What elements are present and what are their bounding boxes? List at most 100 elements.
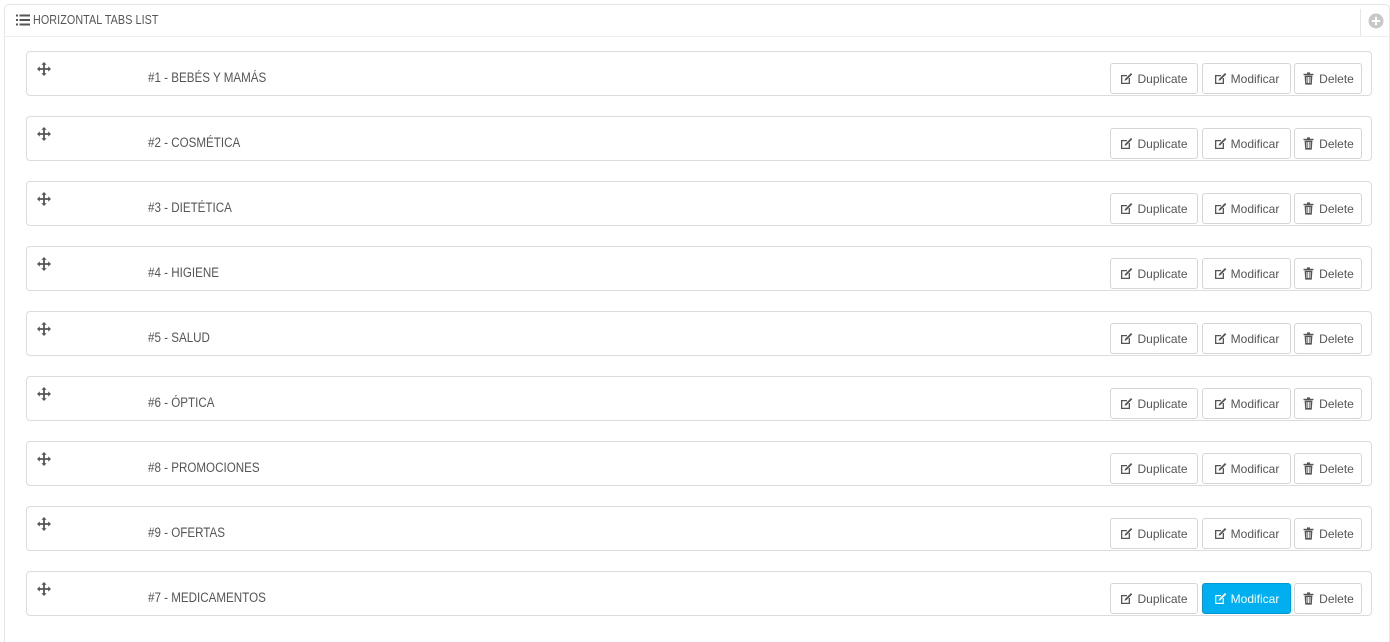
modify-button[interactable]: Modificar (1202, 518, 1291, 549)
modify-button[interactable]: Modificar (1202, 323, 1291, 354)
edit-icon (1214, 202, 1227, 215)
tab-label: #3 - DIETÉTICA (148, 200, 232, 215)
panel-title: HORIZONTAL TABS LIST (33, 13, 159, 27)
duplicate-button-label: Duplicate (1137, 136, 1188, 151)
trash-icon (1302, 267, 1315, 280)
delete-button[interactable]: Delete (1294, 258, 1362, 289)
list-icon (16, 14, 30, 26)
move-icon[interactable] (37, 192, 51, 206)
duplicate-button[interactable]: Duplicate (1110, 128, 1198, 159)
move-icon[interactable] (37, 127, 51, 141)
edit-icon (1120, 332, 1133, 345)
edit-icon (1214, 462, 1227, 475)
delete-button-label: Delete (1319, 526, 1354, 541)
trash-icon (1302, 462, 1315, 475)
edit-icon (1120, 397, 1133, 410)
tab-row[interactable]: #6 - ÓPTICA Duplicate Modificar Delete (26, 376, 1372, 421)
move-icon[interactable] (37, 62, 51, 76)
duplicate-button-label: Duplicate (1137, 591, 1188, 606)
move-icon[interactable] (37, 582, 51, 596)
edit-icon (1120, 462, 1133, 475)
duplicate-button[interactable]: Duplicate (1110, 518, 1198, 549)
delete-button[interactable]: Delete (1294, 583, 1362, 614)
duplicate-button-label: Duplicate (1137, 396, 1188, 411)
delete-button[interactable]: Delete (1294, 453, 1362, 484)
heading-divider (1360, 9, 1361, 36)
delete-button[interactable]: Delete (1294, 518, 1362, 549)
move-icon[interactable] (37, 387, 51, 401)
move-icon[interactable] (37, 517, 51, 531)
tab-label: #6 - ÓPTICA (148, 395, 215, 410)
delete-button[interactable]: Delete (1294, 128, 1362, 159)
edit-icon (1214, 397, 1227, 410)
duplicate-button[interactable]: Duplicate (1110, 258, 1198, 289)
modify-button[interactable]: Modificar (1202, 128, 1291, 159)
delete-button-label: Delete (1319, 461, 1354, 476)
tab-label: #8 - PROMOCIONES (148, 460, 260, 475)
trash-icon (1302, 397, 1315, 410)
tab-row[interactable]: #1 - BEBÉS Y MAMÁS Duplicate Modificar Dele… (26, 51, 1372, 96)
modify-button[interactable]: Modificar (1202, 583, 1291, 614)
tab-label: #5 - SALUD (148, 330, 210, 345)
edit-icon (1120, 527, 1133, 540)
panel-heading: HORIZONTAL TABS LIST (5, 5, 1389, 37)
duplicate-button-label: Duplicate (1137, 331, 1188, 346)
move-icon[interactable] (37, 452, 51, 466)
edit-icon (1214, 72, 1227, 85)
move-icon[interactable] (37, 322, 51, 336)
plus-circle-icon[interactable] (1368, 13, 1384, 29)
modify-button[interactable]: Modificar (1202, 388, 1291, 419)
trash-icon (1302, 332, 1315, 345)
tab-row[interactable]: #3 - DIETÉTICA Duplicate Modificar Delete (26, 181, 1372, 226)
edit-icon (1120, 267, 1133, 280)
modify-button[interactable]: Modificar (1202, 258, 1291, 289)
delete-button[interactable]: Delete (1294, 63, 1362, 94)
edit-icon (1120, 592, 1133, 605)
duplicate-button[interactable]: Duplicate (1110, 453, 1198, 484)
tab-row[interactable]: #5 - SALUD Duplicate Modificar Delete (26, 311, 1372, 356)
duplicate-button[interactable]: Duplicate (1110, 63, 1198, 94)
modify-button-label: Modificar (1230, 136, 1280, 151)
tab-row[interactable]: #9 - OFERTAS Duplicate Modificar Delete (26, 506, 1372, 551)
delete-button[interactable]: Delete (1294, 388, 1362, 419)
modify-button-label: Modificar (1230, 461, 1280, 476)
duplicate-button[interactable]: Duplicate (1110, 193, 1198, 224)
duplicate-button[interactable]: Duplicate (1110, 388, 1198, 419)
modify-button-label: Modificar (1230, 201, 1280, 216)
modify-button-label: Modificar (1230, 266, 1280, 281)
delete-button[interactable]: Delete (1294, 323, 1362, 354)
duplicate-button[interactable]: Duplicate (1110, 583, 1198, 614)
move-icon[interactable] (37, 257, 51, 271)
edit-icon (1120, 202, 1133, 215)
tab-row[interactable]: #2 - COSMÉTICA Duplicate Modificar Delete (26, 116, 1372, 161)
modify-button-label: Modificar (1230, 591, 1280, 606)
delete-button-label: Delete (1319, 266, 1354, 281)
tab-row[interactable]: #8 - PROMOCIONES Duplicate Modificar Delete (26, 441, 1372, 486)
modify-button-label: Modificar (1230, 396, 1280, 411)
delete-button-label: Delete (1319, 201, 1354, 216)
modify-button[interactable]: Modificar (1202, 193, 1291, 224)
edit-icon (1214, 137, 1227, 150)
trash-icon (1302, 527, 1315, 540)
tab-row[interactable]: #7 - MEDICAMENTOS Duplicate Modificar Delet… (26, 571, 1372, 616)
tab-label: #9 - OFERTAS (148, 525, 225, 540)
delete-button[interactable]: Delete (1294, 193, 1362, 224)
duplicate-button-label: Duplicate (1137, 266, 1188, 281)
duplicate-button-label: Duplicate (1137, 201, 1188, 216)
trash-icon (1302, 592, 1315, 605)
modify-button-label: Modificar (1230, 526, 1280, 541)
modify-button[interactable]: Modificar (1202, 63, 1291, 94)
trash-icon (1302, 137, 1315, 150)
delete-button-label: Delete (1319, 71, 1354, 86)
modify-button[interactable]: Modificar (1202, 453, 1291, 484)
duplicate-button-label: Duplicate (1137, 461, 1188, 476)
edit-icon (1214, 267, 1227, 280)
duplicate-button-label: Duplicate (1137, 71, 1188, 86)
edit-icon (1214, 527, 1227, 540)
delete-button-label: Delete (1319, 331, 1354, 346)
delete-button-label: Delete (1319, 396, 1354, 411)
tab-row[interactable]: #4 - HIGIENE Duplicate Modificar Delete (26, 246, 1372, 291)
duplicate-button[interactable]: Duplicate (1110, 323, 1198, 354)
tab-label: #4 - HIGIENE (148, 265, 219, 280)
modify-button-label: Modificar (1230, 331, 1280, 346)
